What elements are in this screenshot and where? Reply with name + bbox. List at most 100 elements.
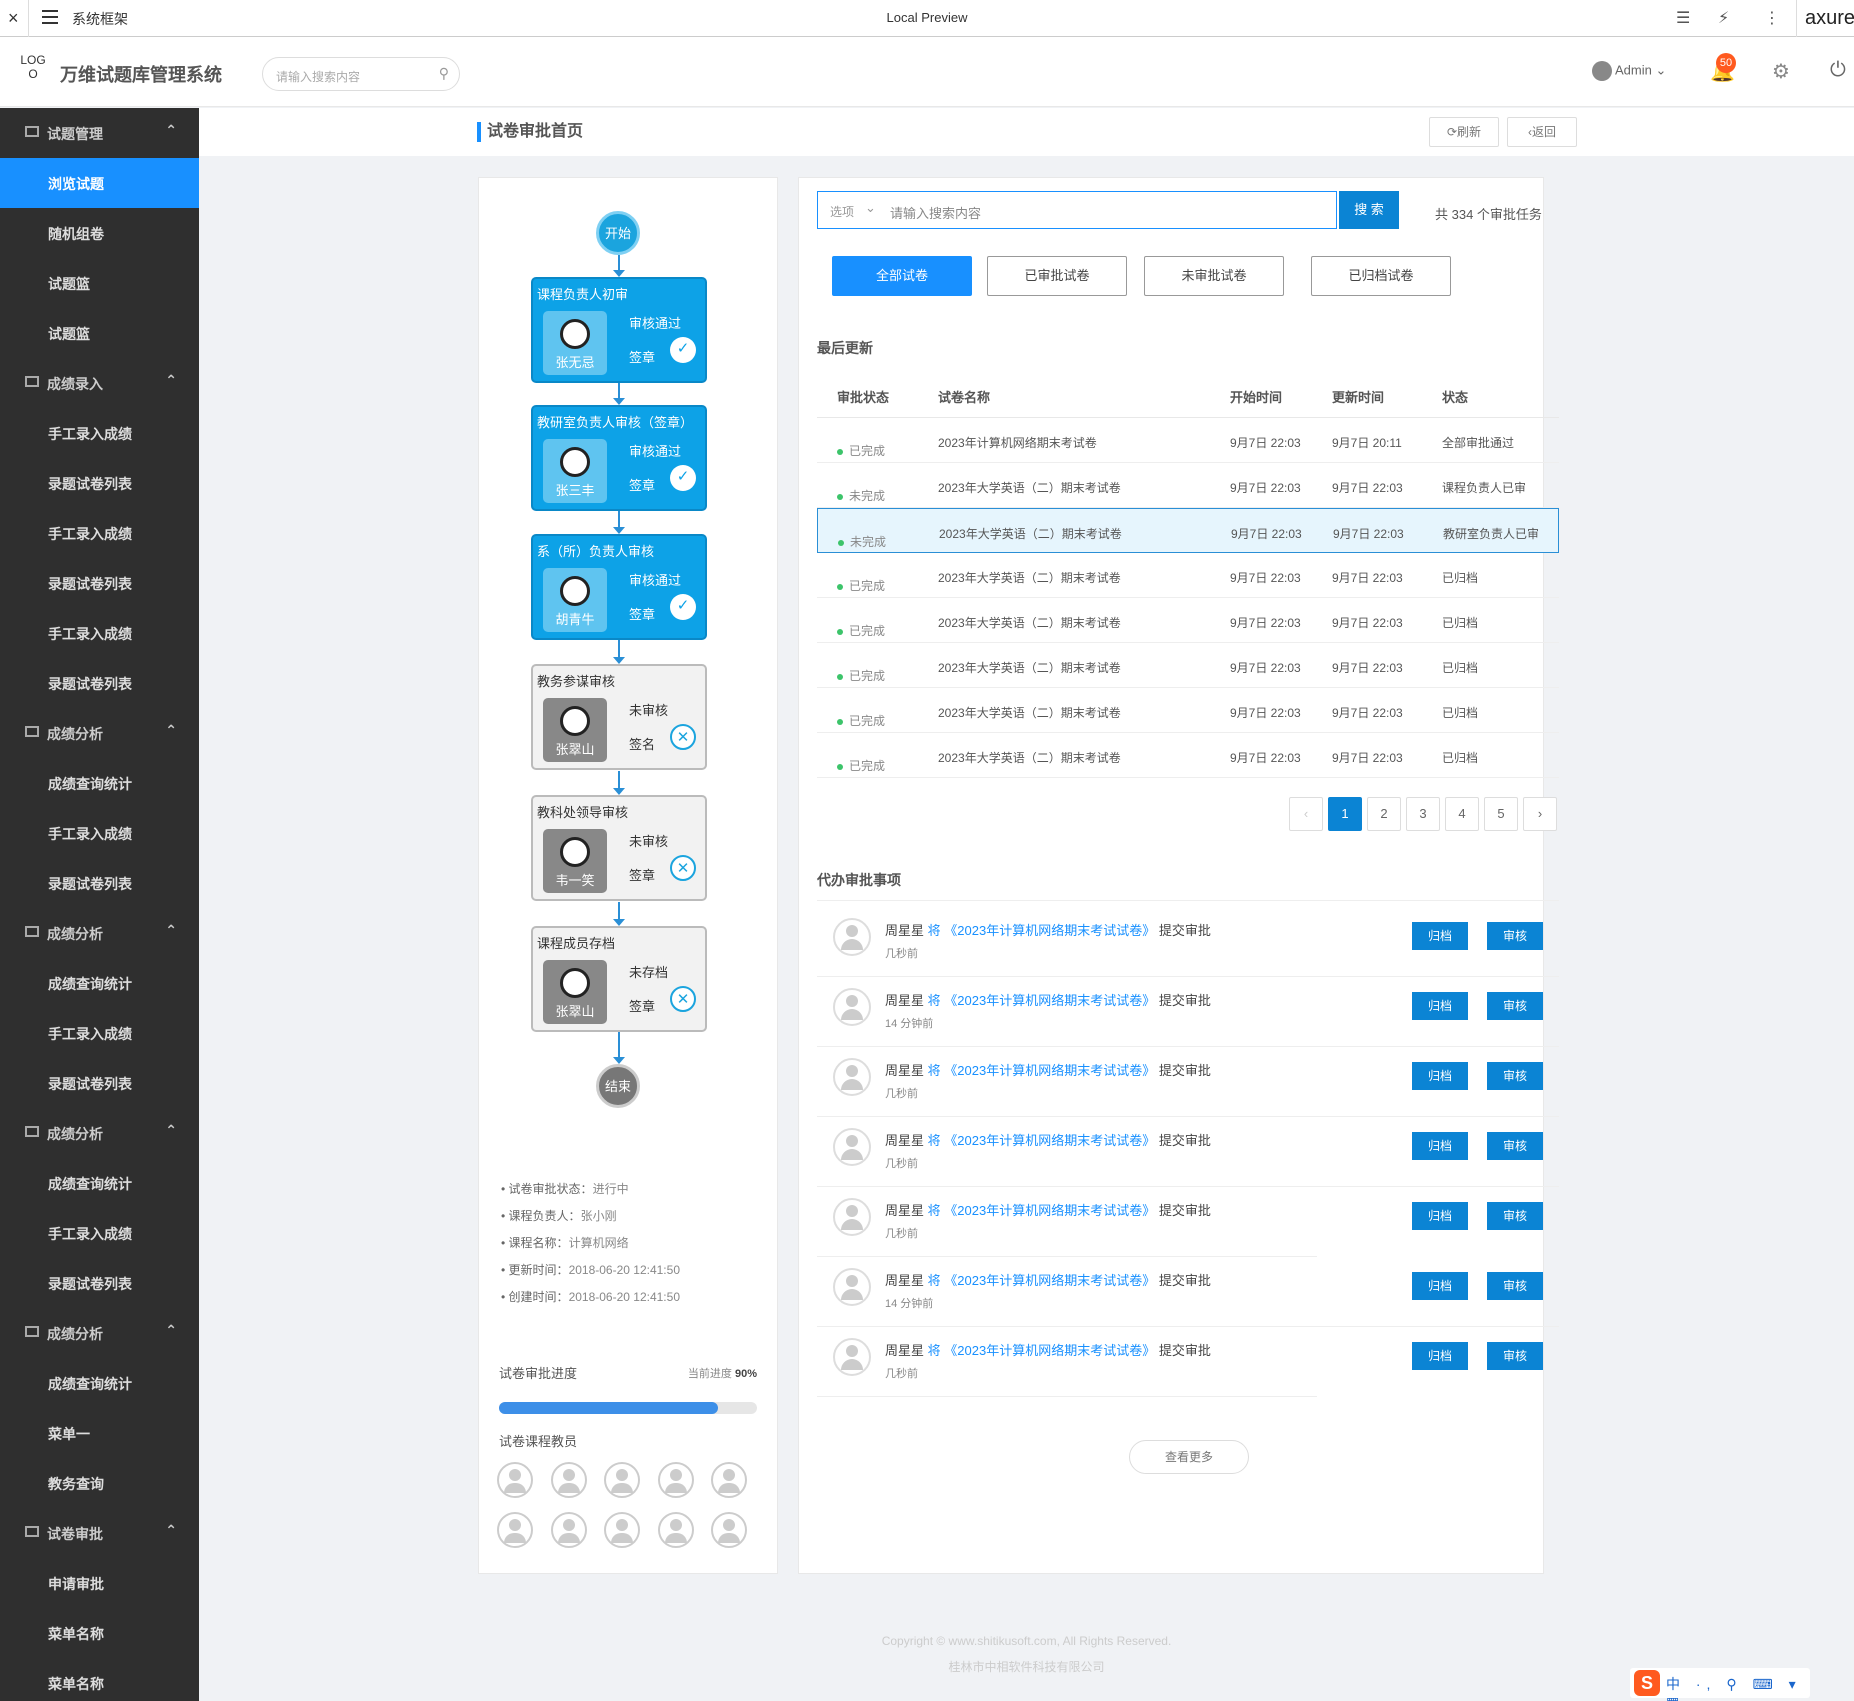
review-button[interactable]: 审核 [1487, 1202, 1543, 1230]
sidebar-item[interactable]: 录题试卷列表 [0, 1258, 199, 1308]
close-icon[interactable]: ✕ [670, 855, 696, 881]
flow-step[interactable]: 课程负责人初审 张无忌 审核通过 签章 ✓ [531, 277, 707, 383]
table-row[interactable]: 已完成 2023年大学英语（二）期末考试卷 9月7日 22:03 9月7日 22:03… [817, 553, 1559, 598]
review-button[interactable]: 审核 [1487, 1062, 1543, 1090]
next-page-button[interactable]: › [1523, 797, 1557, 831]
archive-button[interactable]: 归档 [1412, 1062, 1468, 1090]
teacher-avatar[interactable] [711, 1512, 747, 1548]
refresh-button[interactable]: ⟳刷新 [1429, 117, 1499, 147]
flow-step[interactable]: 课程成员存档 张翠山 未存档 签章 ✕ [531, 926, 707, 1032]
flash-icon[interactable]: ⚡ [1718, 8, 1729, 28]
sidebar-item[interactable]: 菜单一 [0, 1408, 199, 1458]
teacher-avatar[interactable] [657, 1462, 694, 1498]
check-icon[interactable]: ✓ [670, 337, 696, 363]
notes-icon[interactable]: ☰ [1676, 8, 1690, 28]
search-icon[interactable]: ⚲ [439, 65, 449, 82]
prev-page-button[interactable]: ‹ [1289, 797, 1323, 831]
table-row[interactable]: 已完成 2023年大学英语（二）期末考试卷 9月7日 22:03 9月7日 22:03… [817, 688, 1559, 733]
archive-button[interactable]: 归档 [1412, 1132, 1468, 1160]
archive-button[interactable]: 归档 [1412, 992, 1468, 1020]
sidebar-item[interactable]: 录题试卷列表 [0, 558, 199, 608]
paper-link[interactable]: 《2023年计算机网络期末考试试卷》 [944, 1203, 1155, 1218]
sidebar-item[interactable]: 手工录入成绩 [0, 508, 199, 558]
teacher-avatar[interactable] [550, 1462, 587, 1498]
paper-link[interactable]: 《2023年计算机网络期末考试试卷》 [944, 1063, 1155, 1078]
sidebar-item[interactable]: 浏览试题 [0, 158, 199, 208]
sidebar-item[interactable]: 菜单名称 [0, 1658, 199, 1701]
sidebar-item[interactable]: 菜单名称 [0, 1608, 199, 1658]
teacher-avatar[interactable] [497, 1462, 533, 1498]
sidebar-item[interactable]: 手工录入成绩 [0, 808, 199, 858]
user-menu[interactable]: Admin ⌄ [1592, 61, 1666, 81]
sidebar-item[interactable]: 录题试卷列表 [0, 858, 199, 908]
teacher-avatar[interactable] [657, 1512, 694, 1548]
review-button[interactable]: 审核 [1487, 1272, 1543, 1300]
table-row[interactable]: 已完成 2023年大学英语（二）期末考试卷 9月7日 22:03 9月7日 22:03… [817, 598, 1559, 643]
table-row[interactable]: 已完成 2023年大学英语（二）期末考试卷 9月7日 22:03 9月7日 22:03… [817, 733, 1559, 778]
sidebar-group[interactable]: 成绩分析 ⌃ [0, 708, 199, 758]
check-icon[interactable]: ✓ [670, 594, 696, 620]
view-more-button[interactable]: 查看更多 [1129, 1440, 1249, 1474]
sidebar-item[interactable]: 录题试卷列表 [0, 458, 199, 508]
sidebar-item[interactable]: 手工录入成绩 [0, 408, 199, 458]
power-icon[interactable]: ⏻ [1830, 59, 1846, 82]
page-button[interactable]: 1 [1328, 797, 1362, 831]
sidebar-item[interactable]: 手工录入成绩 [0, 608, 199, 658]
teacher-avatar[interactable] [497, 1512, 533, 1548]
sidebar-item[interactable]: 录题试卷列表 [0, 1058, 199, 1108]
sidebar-item[interactable]: 随机组卷 [0, 208, 199, 258]
review-button[interactable]: 审核 [1487, 922, 1543, 950]
page-button[interactable]: 4 [1445, 797, 1479, 831]
paper-link[interactable]: 《2023年计算机网络期末考试试卷》 [944, 1273, 1155, 1288]
sidebar-item[interactable]: 成绩查询统计 [0, 758, 199, 808]
sidebar-group[interactable]: 试卷审批 ⌃ [0, 1508, 199, 1558]
sidebar-item[interactable]: 成绩查询统计 [0, 958, 199, 1008]
sidebar-item[interactable]: 申请审批 [0, 1558, 199, 1608]
flow-step[interactable]: 教研室负责人审核（签章） 张三丰 审核通过 签章 ✓ [531, 405, 707, 511]
sidebar-item[interactable]: 成绩查询统计 [0, 1158, 199, 1208]
archive-button[interactable]: 归档 [1412, 1202, 1468, 1230]
sidebar-group[interactable]: 成绩分析 ⌃ [0, 1108, 199, 1158]
flow-step[interactable]: 系（所）负责人审核 胡青牛 审核通过 签章 ✓ [531, 534, 707, 640]
teacher-avatar[interactable] [711, 1462, 747, 1498]
paper-link[interactable]: 《2023年计算机网络期末考试试卷》 [944, 993, 1155, 1008]
filter-tab[interactable]: 全部试卷 [832, 256, 972, 296]
flow-step[interactable]: 教科处领导审核 韦一笑 未审核 签章 ✕ [531, 795, 707, 901]
review-button[interactable]: 审核 [1487, 1342, 1543, 1370]
sidebar-item[interactable]: 教务查询 [0, 1458, 199, 1508]
sidebar-item[interactable]: 手工录入成绩 [0, 1008, 199, 1058]
paper-link[interactable]: 《2023年计算机网络期末考试试卷》 [944, 1343, 1155, 1358]
table-row[interactable]: 已完成 2023年大学英语（二）期末考试卷 9月7日 22:03 9月7日 22:03… [817, 643, 1559, 688]
sidebar-group[interactable]: 成绩分析 ⌃ [0, 1308, 199, 1358]
review-button[interactable]: 审核 [1487, 1132, 1543, 1160]
ime-toolbar[interactable]: S 中 ·, ⚲ ⌨ ▾ ▦ [1630, 1668, 1810, 1701]
search-button[interactable]: 搜 索 [1339, 191, 1399, 229]
archive-button[interactable]: 归档 [1412, 1342, 1468, 1370]
paper-link[interactable]: 《2023年计算机网络期末考试试卷》 [944, 1133, 1155, 1148]
sidebar-group[interactable]: 试题管理 ⌃ [0, 108, 199, 158]
review-button[interactable]: 审核 [1487, 992, 1543, 1020]
task-search-input[interactable]: 选项 ⌄ 请输入搜索内容 [817, 191, 1337, 229]
gear-icon[interactable]: ⚙ [1772, 59, 1790, 84]
check-icon[interactable]: ✓ [670, 465, 696, 491]
table-row[interactable]: 未完成 2023年大学英语（二）期末考试卷 9月7日 22:03 9月7日 22:03… [817, 463, 1559, 508]
page-button[interactable]: 5 [1484, 797, 1518, 831]
page-button[interactable]: 2 [1367, 797, 1401, 831]
table-row[interactable]: 已完成 2023年计算机网络期末考试卷 9月7日 22:03 9月7日 20:11 全部… [817, 418, 1559, 463]
search-option-select[interactable]: 选项 [830, 203, 854, 220]
sidebar-item[interactable]: 试题篮 [0, 258, 199, 308]
sidebar-item[interactable]: 成绩查询统计 [0, 1358, 199, 1408]
filter-tab[interactable]: 已归档试卷 [1311, 256, 1451, 296]
teacher-avatar[interactable] [550, 1512, 587, 1548]
archive-button[interactable]: 归档 [1412, 1272, 1468, 1300]
filter-tab[interactable]: 未审批试卷 [1144, 256, 1284, 296]
sidebar-group[interactable]: 成绩分析 ⌃ [0, 908, 199, 958]
more-icon[interactable]: ⋮ [1764, 8, 1780, 28]
sidebar-group[interactable]: 成绩录入 ⌃ [0, 358, 199, 408]
sidebar-item[interactable]: 试题篮 [0, 308, 199, 358]
close-icon[interactable]: ✕ [670, 986, 696, 1012]
filter-tab[interactable]: 已审批试卷 [987, 256, 1127, 296]
back-button[interactable]: ‹返回 [1507, 117, 1577, 147]
table-row[interactable]: 未完成 2023年大学英语（二）期末考试卷 9月7日 22:03 9月7日 22:03… [817, 508, 1559, 553]
close-icon[interactable]: ✕ [670, 724, 696, 750]
